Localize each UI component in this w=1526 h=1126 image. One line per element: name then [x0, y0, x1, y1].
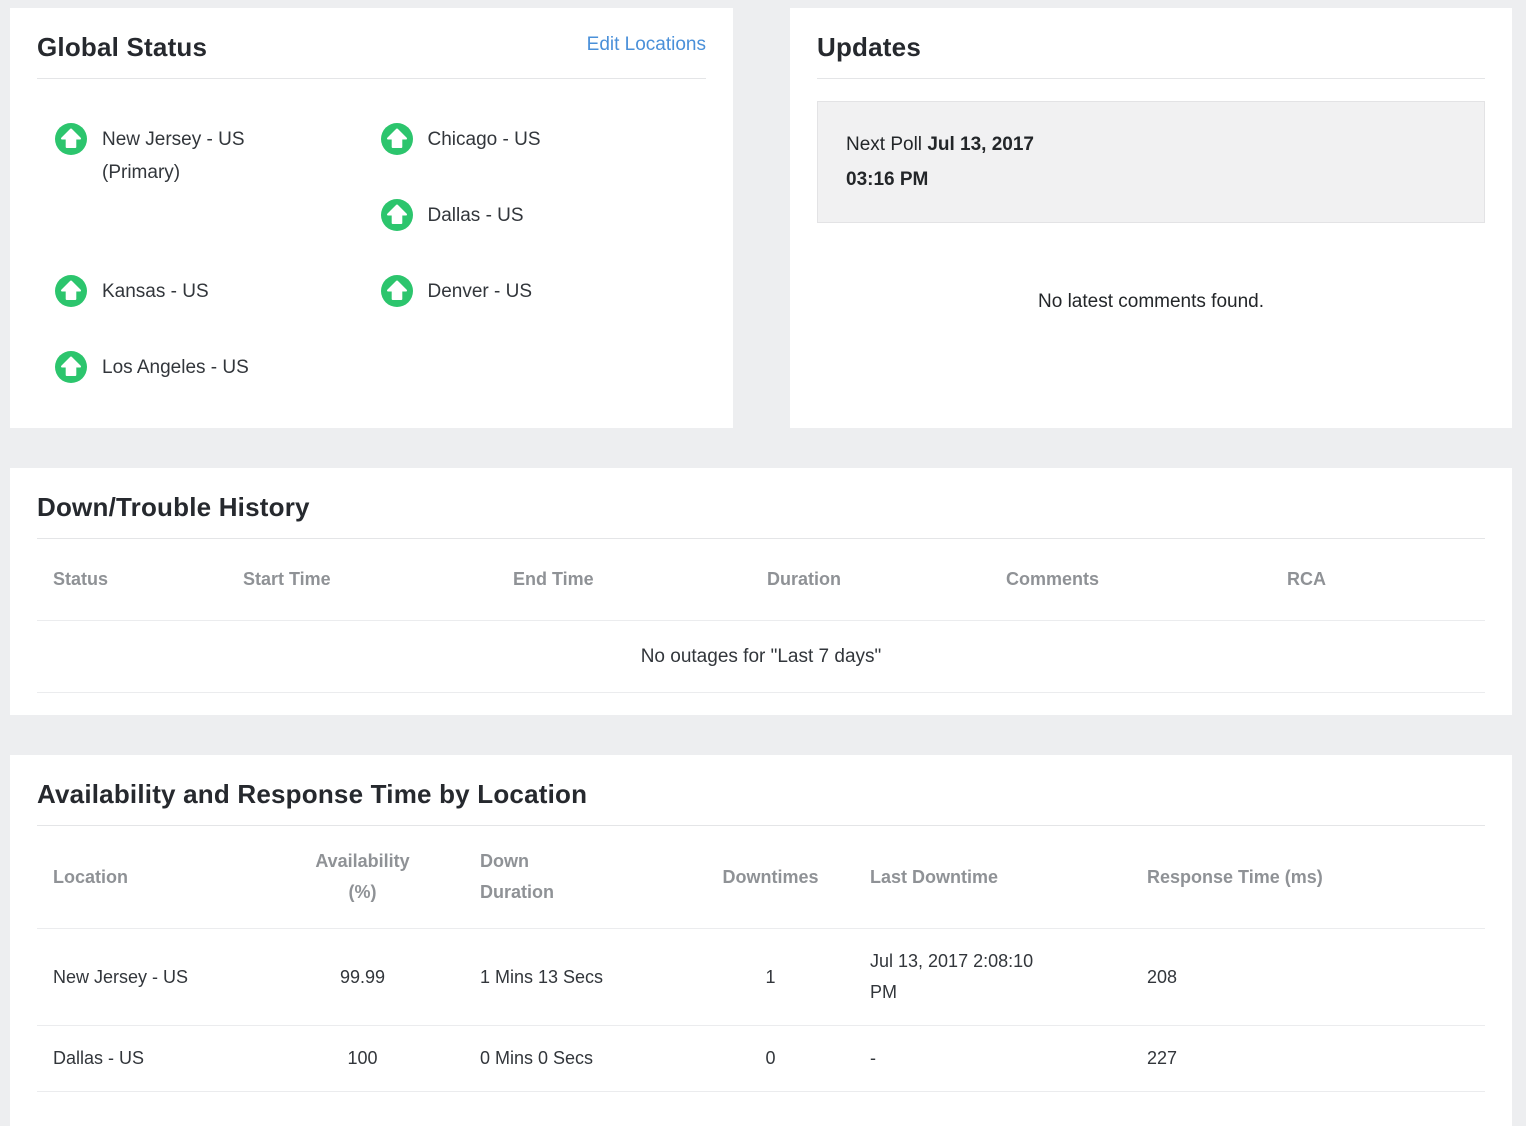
history-header-row: Status Start Time End Time Duration Comm… [37, 539, 1485, 621]
column-header-location: Location [37, 826, 255, 929]
cell-availability: 99.99 [255, 929, 464, 1026]
column-header-response-time: Response Time (ms) [1131, 826, 1485, 929]
column-header-status: Status [37, 539, 227, 621]
location-status-item: Los Angeles - US [55, 351, 381, 427]
next-poll-date: Jul 13, 2017 [927, 134, 1034, 155]
location-status-item: New Jersey - US (Primary) [55, 123, 381, 199]
updates-header: Updates [790, 8, 1512, 79]
cell-downtimes: 0 [681, 1026, 854, 1092]
header-divider [817, 78, 1485, 79]
history-title: Down/Trouble History [37, 490, 310, 524]
column-header-last-downtime: Last Downtime [854, 826, 1131, 929]
availability-panel: Availability and Response Time by Locati… [10, 755, 1512, 1126]
global-status-header: Global Status Edit Locations [10, 8, 733, 79]
cell-location: New Jersey - US [37, 929, 255, 1026]
location-qualifier: (Primary) [102, 156, 245, 189]
location-name: Kansas - US [102, 275, 209, 308]
status-up-icon [55, 351, 87, 383]
cell-location: Dallas - US [37, 1026, 255, 1092]
cell-down-duration: 1 Mins 13 Secs [464, 929, 681, 1026]
history-empty-row: No outages for "Last 7 days" [37, 621, 1485, 693]
cell-response-time: 208 [1131, 929, 1485, 1026]
location-name: New Jersey - US [102, 123, 245, 156]
history-table: Status Start Time End Time Duration Comm… [37, 539, 1485, 693]
status-up-icon [381, 123, 413, 155]
column-header-downtimes: Downtimes [681, 826, 854, 929]
column-header-comments: Comments [990, 539, 1271, 621]
down-trouble-history-panel: Down/Trouble History Status Start Time E… [10, 468, 1512, 715]
cell-response-time: 227 [1131, 1026, 1485, 1092]
location-status-item: Chicago - US [381, 123, 707, 199]
column-header-duration: Duration [751, 539, 990, 621]
column-header-start-time: Start Time [227, 539, 497, 621]
next-poll-box: Next Poll Jul 13, 2017 03:16 PM [817, 101, 1485, 223]
updates-title: Updates [817, 30, 921, 64]
location-status-item: Kansas - US [55, 275, 381, 351]
updates-panel: Updates Next Poll Jul 13, 2017 03:16 PM … [790, 8, 1512, 428]
availability-header-row: Location Availability (%) Down Duration … [37, 826, 1485, 929]
history-header: Down/Trouble History [10, 468, 1512, 539]
status-up-icon [381, 199, 413, 231]
availability-table: Location Availability (%) Down Duration … [37, 826, 1485, 1092]
cell-down-duration: 0 Mins 0 Secs [464, 1026, 681, 1092]
availability-row: New Jersey - US 99.99 1 Mins 13 Secs 1 J… [37, 929, 1485, 1026]
location-status-item: Denver - US [381, 275, 707, 351]
status-up-icon [55, 123, 87, 155]
no-comments-message: No latest comments found. [790, 291, 1512, 313]
global-status-panel: Global Status Edit Locations New Jersey … [10, 8, 733, 428]
column-header-down-duration: Down Duration [464, 826, 681, 929]
status-up-icon [381, 275, 413, 307]
cell-downtimes: 1 [681, 929, 854, 1026]
location-name: Chicago - US [428, 123, 541, 156]
availability-title: Availability and Response Time by Locati… [37, 777, 587, 811]
location-status-grid: New Jersey - US (Primary) Chicago - US D… [55, 123, 706, 427]
no-outages-message: No outages for "Last 7 days" [37, 621, 1485, 693]
edit-locations-link[interactable]: Edit Locations [587, 30, 706, 60]
header-divider [37, 78, 706, 79]
next-poll-label: Next Poll [846, 134, 922, 155]
column-header-rca: RCA [1271, 539, 1485, 621]
cell-last-downtime: - [854, 1026, 1131, 1092]
location-name: Los Angeles - US [102, 351, 249, 384]
location-name: Denver - US [428, 275, 533, 308]
location-status-item: Dallas - US [381, 199, 707, 275]
cell-last-downtime: Jul 13, 2017 2:08:10 PM [854, 929, 1131, 1026]
next-poll-time: 03:16 PM [846, 169, 928, 190]
column-header-availability: Availability (%) [255, 826, 464, 929]
location-name: Dallas - US [428, 199, 524, 232]
column-header-end-time: End Time [497, 539, 751, 621]
availability-row: Dallas - US 100 0 Mins 0 Secs 0 - 227 [37, 1026, 1485, 1092]
global-status-title: Global Status [37, 30, 207, 64]
status-up-icon [55, 275, 87, 307]
cell-availability: 100 [255, 1026, 464, 1092]
availability-header: Availability and Response Time by Locati… [10, 755, 1512, 826]
